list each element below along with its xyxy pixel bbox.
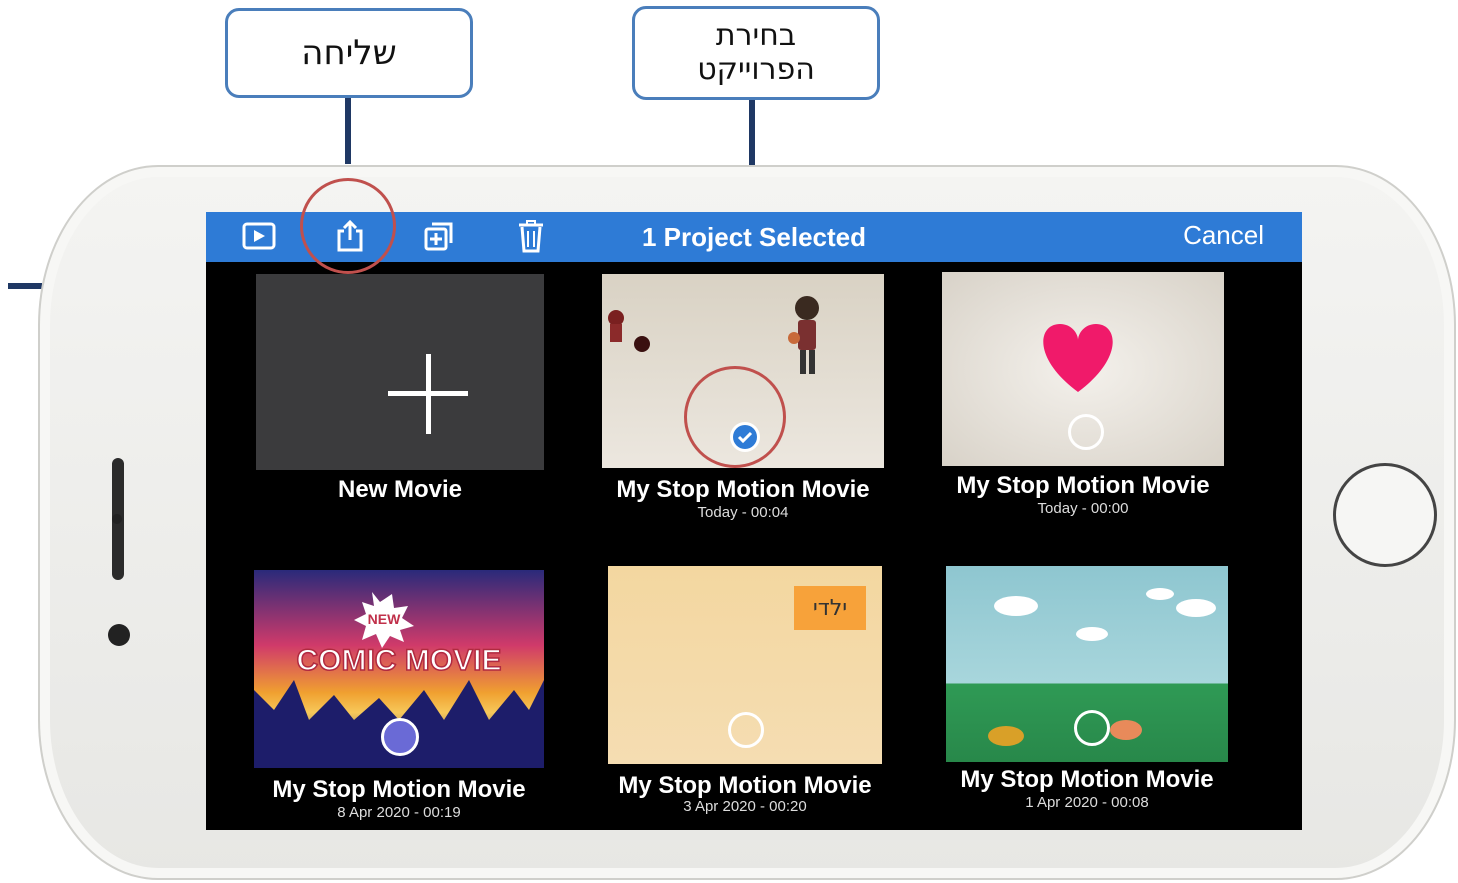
- project-title: My Stop Motion Movie: [618, 772, 872, 799]
- project-date: 1 Apr 2020 - 00:08: [1025, 794, 1149, 811]
- select-callout-line2: הפרוייקט: [697, 52, 815, 87]
- select-circle[interactable]: [381, 718, 419, 756]
- project-date: 3 Apr 2020 - 00:20: [683, 798, 807, 815]
- select-circle[interactable]: [728, 712, 764, 748]
- project-title: My Stop Motion Movie: [272, 776, 526, 803]
- share-highlight-ring: [300, 178, 396, 274]
- select-callout-line1: בחירת: [715, 18, 797, 53]
- phone-screen: 1 Project Selected Cancel New Movie My S…: [206, 212, 1302, 830]
- project-date: Today - 00:04: [697, 504, 789, 521]
- cancel-button[interactable]: Cancel: [1183, 220, 1264, 251]
- select-circle[interactable]: [1068, 414, 1104, 450]
- front-camera: [108, 624, 130, 646]
- project-tile[interactable]: My Stop Motion Movie Today - 00:00: [942, 272, 1224, 517]
- selection-highlight-ring: [684, 366, 786, 468]
- project-thumbnail[interactable]: [946, 566, 1228, 762]
- send-callout: שליחה: [225, 8, 473, 98]
- project-thumbnail[interactable]: NEW COMIC MOVIE: [254, 570, 544, 768]
- sticky-note: ילדי: [794, 586, 866, 630]
- comic-title-text: COMIC MOVIE: [296, 644, 501, 677]
- project-thumbnail[interactable]: ילדי: [608, 566, 882, 764]
- comic-new-text: NEW: [368, 611, 401, 627]
- plus-icon-vertical: [426, 354, 431, 434]
- home-button[interactable]: [1333, 463, 1437, 567]
- project-title: My Stop Motion Movie: [960, 766, 1214, 793]
- new-movie-tile[interactable]: New Movie: [256, 274, 544, 503]
- sticky-note-text: ילדי: [812, 595, 848, 621]
- select-project-callout: בחירת הפרוייקט: [632, 6, 880, 100]
- project-tile[interactable]: My Stop Motion Movie 1 Apr 2020 - 00:08: [946, 566, 1228, 811]
- project-tile[interactable]: NEW COMIC MOVIE My Stop Motion Movie 8 A…: [254, 570, 544, 821]
- send-callout-leader: [345, 98, 351, 164]
- left-edge-leader: [8, 283, 42, 289]
- project-title: My Stop Motion Movie: [956, 472, 1210, 499]
- project-title: My Stop Motion Movie: [616, 476, 870, 503]
- project-date: Today - 00:00: [1037, 500, 1129, 517]
- project-date: 8 Apr 2020 - 00:19: [337, 804, 461, 821]
- project-title: New Movie: [337, 476, 463, 503]
- select-circle[interactable]: [1074, 710, 1110, 746]
- project-thumbnail[interactable]: [942, 272, 1224, 466]
- send-callout-text: שליחה: [301, 33, 397, 73]
- project-tile[interactable]: ילדי My Stop Motion Movie 3 Apr 2020 - 0…: [608, 566, 882, 815]
- new-movie-thumbnail[interactable]: [256, 274, 544, 470]
- proximity-sensor: [112, 514, 122, 524]
